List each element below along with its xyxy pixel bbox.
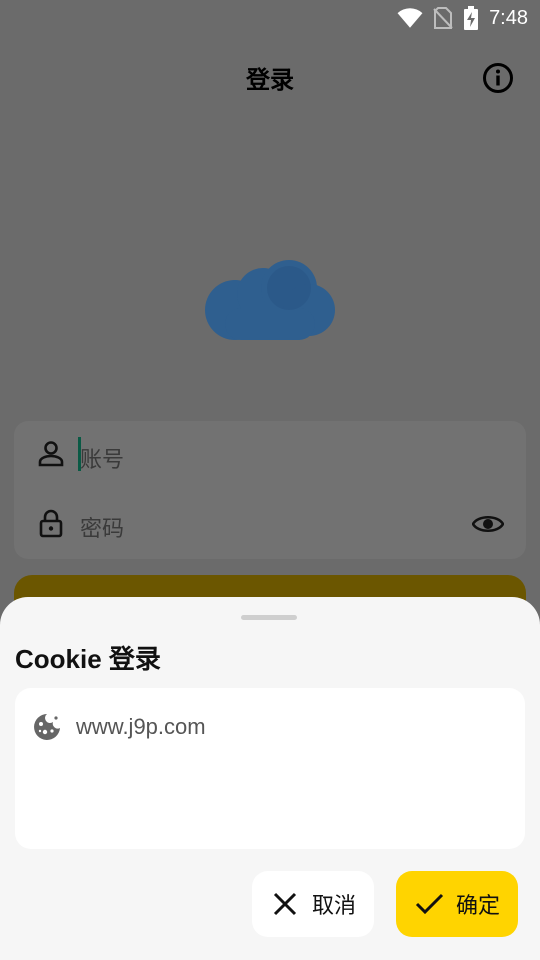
cancel-button[interactable]: 取消 [252,871,374,937]
cancel-button-label: 取消 [312,894,357,919]
person-icon [38,441,64,467]
no-sim-icon [433,7,453,29]
login-screen: 7:48 登录 账号 密码 Cookie 登录 www.j9p.com 取消 确… [0,0,540,960]
confirm-button[interactable]: 确定 [396,871,518,937]
cookie-icon [34,714,60,740]
drag-handle[interactable] [241,615,297,620]
page-title: 登录 [246,66,294,94]
status-bar: 7:48 [0,0,540,36]
login-form-card: 账号 密码 [14,421,526,559]
confirm-button-label: 确定 [456,894,501,919]
eye-icon[interactable] [472,510,504,538]
cloud-logo [205,260,335,340]
battery-charging-icon [464,6,479,30]
check-icon [415,893,444,915]
sheet-title: Cookie 登录 [15,644,161,674]
cookie-input[interactable]: www.j9p.com [15,688,525,849]
wifi-icon [397,8,423,28]
top-app-bar: 登录 [0,50,540,106]
status-icons: 7:48 [397,6,528,30]
password-placeholder: 密码 [80,517,125,542]
cookie-value: www.j9p.com [76,714,206,739]
status-time: 7:48 [489,6,528,29]
cookie-login-sheet: Cookie 登录 www.j9p.com 取消 确定 [0,597,540,960]
close-icon [273,892,297,916]
password-field[interactable]: 密码 [14,490,526,559]
info-icon[interactable] [482,62,514,94]
lock-icon [39,509,63,538]
account-placeholder: 账号 [80,448,125,473]
account-field[interactable]: 账号 [14,421,526,490]
